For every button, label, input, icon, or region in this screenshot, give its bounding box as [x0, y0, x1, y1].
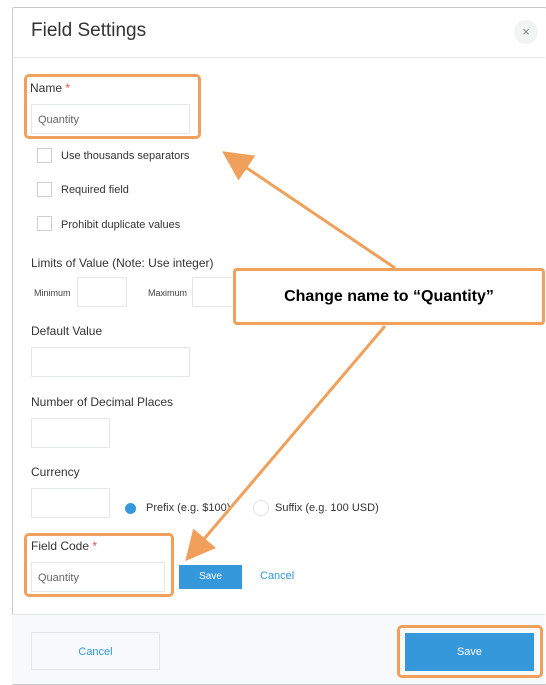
arrow-to-field-code-icon — [185, 325, 387, 562]
annotation-arrows — [185, 151, 396, 562]
arrow-to-name-icon — [222, 151, 396, 270]
annotation-callout: Change name to “Quantity” — [233, 268, 545, 325]
